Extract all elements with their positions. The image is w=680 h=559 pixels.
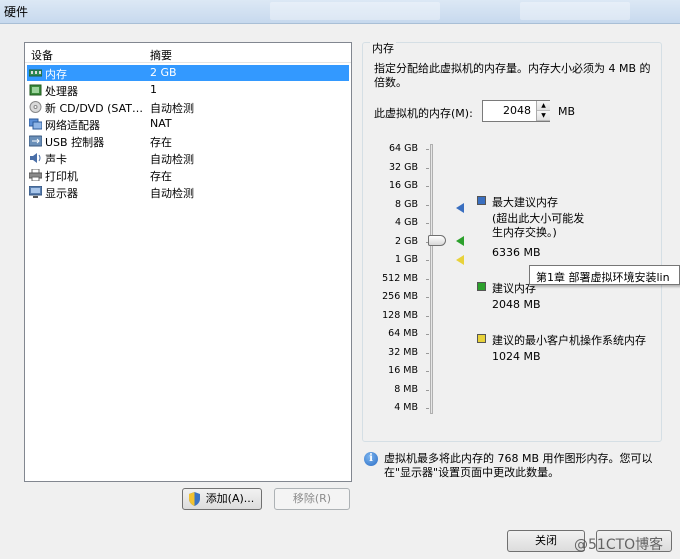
scale-label: 2 GB — [395, 236, 418, 247]
device-row-sound[interactable]: 声卡 自动检测 — [27, 150, 349, 166]
device-summary: 自动检测 — [150, 153, 194, 166]
legend-max-value: 6336 MB — [492, 246, 541, 259]
device-row-usb[interactable]: USB 控制器 存在 — [27, 133, 349, 149]
scale-label: 16 GB — [389, 180, 418, 191]
device-row-network[interactable]: 网络适配器 NAT — [27, 116, 349, 132]
scale-tick — [426, 260, 429, 261]
device-summary: 1 — [150, 83, 157, 96]
device-row-memory[interactable]: 内存 2 GB — [27, 65, 349, 81]
memory-description: 指定分配给此虚拟机的内存量。内存大小必须为 4 MB 的倍数。 — [374, 62, 651, 89]
scale-label: 128 MB — [382, 310, 418, 321]
device-list-header: 设备 摘要 — [25, 43, 351, 63]
scale-label: 256 MB — [382, 291, 418, 302]
device-name: 网络适配器 — [45, 119, 100, 132]
scale-label: 64 GB — [389, 143, 418, 154]
device-name: 处理器 — [45, 85, 78, 98]
memory-spinner[interactable]: ▲ ▼ — [536, 101, 550, 121]
scale-tick — [426, 353, 429, 354]
device-summary: 自动检测 — [150, 102, 194, 115]
remove-button-label: 移除(R) — [292, 492, 332, 505]
usb-icon — [29, 135, 42, 147]
sound-icon — [30, 153, 41, 163]
title-bar: 硬件 — [0, 0, 680, 24]
close-button-label: 关闭 — [535, 534, 557, 547]
scale-label: 32 GB — [389, 162, 418, 173]
scale-label: 32 MB — [388, 347, 418, 358]
info-icon: i — [364, 452, 378, 466]
min-recommended-marker-icon — [456, 255, 464, 265]
window-title: 硬件 — [4, 5, 29, 19]
scale-tick — [426, 168, 429, 169]
legend-max-swatch — [477, 196, 486, 205]
spin-down-icon[interactable]: ▼ — [537, 111, 550, 121]
scale-label: 512 MB — [382, 273, 418, 284]
remove-button[interactable]: 移除(R) — [274, 488, 350, 510]
scale-label: 4 GB — [395, 217, 418, 228]
scale-tick — [426, 390, 429, 391]
shield-icon — [189, 492, 200, 506]
device-name: 内存 — [45, 68, 67, 81]
legend-min-swatch — [477, 334, 486, 343]
memory-slider-track[interactable] — [430, 144, 433, 414]
blurred-area — [270, 2, 440, 20]
legend-rec-swatch — [477, 282, 486, 291]
spin-up-icon[interactable]: ▲ — [537, 101, 550, 111]
device-name: USB 控制器 — [45, 136, 105, 149]
scale-tick — [426, 297, 429, 298]
scale-label: 4 MB — [394, 402, 418, 413]
device-name: 打印机 — [45, 170, 78, 183]
device-summary: 自动检测 — [150, 187, 194, 200]
memory-field-label: 此虚拟机的内存(M): — [374, 107, 473, 120]
column-header-summary[interactable]: 摘要 — [150, 47, 172, 63]
printer-icon — [29, 169, 42, 181]
device-row-processor[interactable]: 处理器 1 — [27, 82, 349, 98]
device-name: 声卡 — [45, 153, 67, 166]
memory-unit: MB — [558, 105, 576, 118]
scale-tick — [426, 316, 429, 317]
tooltip: 第1章 部署虚拟环境安装lin — [529, 265, 680, 285]
column-header-device[interactable]: 设备 — [31, 47, 53, 63]
graphics-memory-info: 虚拟机最多将此内存的 768 MB 用作图形内存。您可以在"显示器"设置页面中更… — [384, 452, 653, 479]
scale-tick — [426, 279, 429, 280]
device-summary: 存在 — [150, 136, 172, 149]
scale-tick — [426, 408, 429, 409]
device-name: 显示器 — [45, 187, 78, 200]
scale-label: 16 MB — [388, 365, 418, 376]
network-icon — [29, 118, 42, 130]
display-icon — [29, 186, 42, 198]
cd-icon — [29, 101, 42, 113]
scale-label: 8 GB — [395, 199, 418, 210]
legend-max-note: (超出此大小可能发生内存交换。) — [492, 212, 585, 239]
scale-tick — [426, 186, 429, 187]
scale-label: 1 GB — [395, 254, 418, 265]
scale-tick — [426, 371, 429, 372]
scale-label: 64 MB — [388, 328, 418, 339]
recommended-marker-icon — [456, 236, 464, 246]
device-row-printer[interactable]: 打印机 存在 — [27, 167, 349, 183]
memory-section-title: 内存 — [370, 40, 396, 56]
scale-label: 8 MB — [394, 384, 418, 395]
device-summary: NAT — [150, 117, 172, 130]
scale-tick — [426, 223, 429, 224]
memory-slider-thumb[interactable] — [428, 235, 446, 246]
device-summary: 存在 — [150, 170, 172, 183]
device-name: 新 CD/DVD (SAT… — [45, 102, 143, 115]
processor-icon — [29, 84, 42, 96]
watermark: @51CTO博客 — [574, 537, 664, 553]
max-recommended-marker-icon — [456, 203, 464, 213]
device-row-display[interactable]: 显示器 自动检测 — [27, 184, 349, 200]
scale-tick — [426, 205, 429, 206]
device-summary: 2 GB — [150, 66, 177, 79]
device-list[interactable]: 设备 摘要 内存 2 GB 处理器 1 新 CD/DVD (SAT… 自动检测 … — [24, 42, 352, 482]
scale-tick — [426, 149, 429, 150]
blurred-area — [520, 2, 630, 20]
scale-tick — [426, 334, 429, 335]
add-button[interactable]: 添加(A)... — [182, 488, 262, 510]
device-row-cd-dvd[interactable]: 新 CD/DVD (SAT… 自动检测 — [27, 99, 349, 115]
legend-max-title: 最大建议内存 — [492, 196, 558, 209]
legend-rec-value: 2048 MB — [492, 298, 541, 311]
memory-icon — [29, 69, 42, 77]
legend-min-title: 建议的最小客户机操作系统内存 — [492, 334, 646, 347]
legend-min-value: 1024 MB — [492, 350, 541, 363]
